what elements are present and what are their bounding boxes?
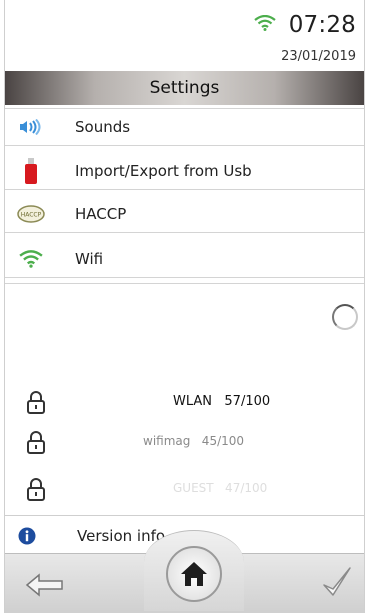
home-icon	[181, 562, 207, 586]
lock-icon	[27, 431, 45, 454]
usb-drive-icon	[5, 152, 57, 190]
menu-item-wifi[interactable]: Wifi	[5, 240, 364, 278]
wifi-icon	[5, 240, 57, 278]
menu-item-label: Wifi	[75, 249, 104, 268]
menu-item-sounds[interactable]: Sounds	[5, 108, 364, 146]
back-arrow-icon[interactable]	[25, 572, 65, 598]
menu-item-import-export[interactable]: Import/Export from Usb	[5, 152, 364, 190]
clock-time: 07:28	[288, 12, 356, 38]
clock-date: 23/01/2019	[281, 49, 356, 64]
network-name: wifimag 45/100	[143, 434, 245, 448]
network-name: GUEST 47/100	[173, 481, 268, 495]
network-item[interactable]: wifimag 45/100	[5, 424, 364, 460]
network-item[interactable]: GUEST 47/100	[5, 471, 364, 507]
menu-item-label: Version info	[77, 527, 166, 545]
menu-item-label: Import/Export from Usb	[75, 161, 252, 180]
menu-item-haccp[interactable]: HACCP HACCP	[5, 195, 364, 233]
network-name: WLAN 57/100	[173, 394, 271, 409]
menu-item-label: HACCP	[75, 204, 127, 223]
wifi-status-icon	[254, 15, 276, 31]
status-bar: 07:28 23/01/2019	[5, 0, 364, 70]
device-screen: 07:28 23/01/2019 Settings Sounds Import/…	[4, 0, 365, 613]
network-item[interactable]: WLAN 57/100	[5, 384, 364, 420]
loading-spinner-icon	[332, 304, 358, 330]
info-icon	[5, 527, 49, 545]
confirm-check-icon[interactable]	[322, 565, 352, 599]
svg-text:HACCP: HACCP	[21, 211, 42, 218]
menu-item-label: Sounds	[75, 118, 131, 136]
page-title: Settings	[149, 78, 220, 98]
lock-icon	[27, 478, 45, 501]
lock-icon	[27, 391, 45, 414]
haccp-icon: HACCP	[5, 195, 57, 233]
speaker-icon	[5, 108, 57, 146]
home-button[interactable]	[166, 546, 222, 602]
page-title-bar: Settings	[5, 71, 364, 105]
